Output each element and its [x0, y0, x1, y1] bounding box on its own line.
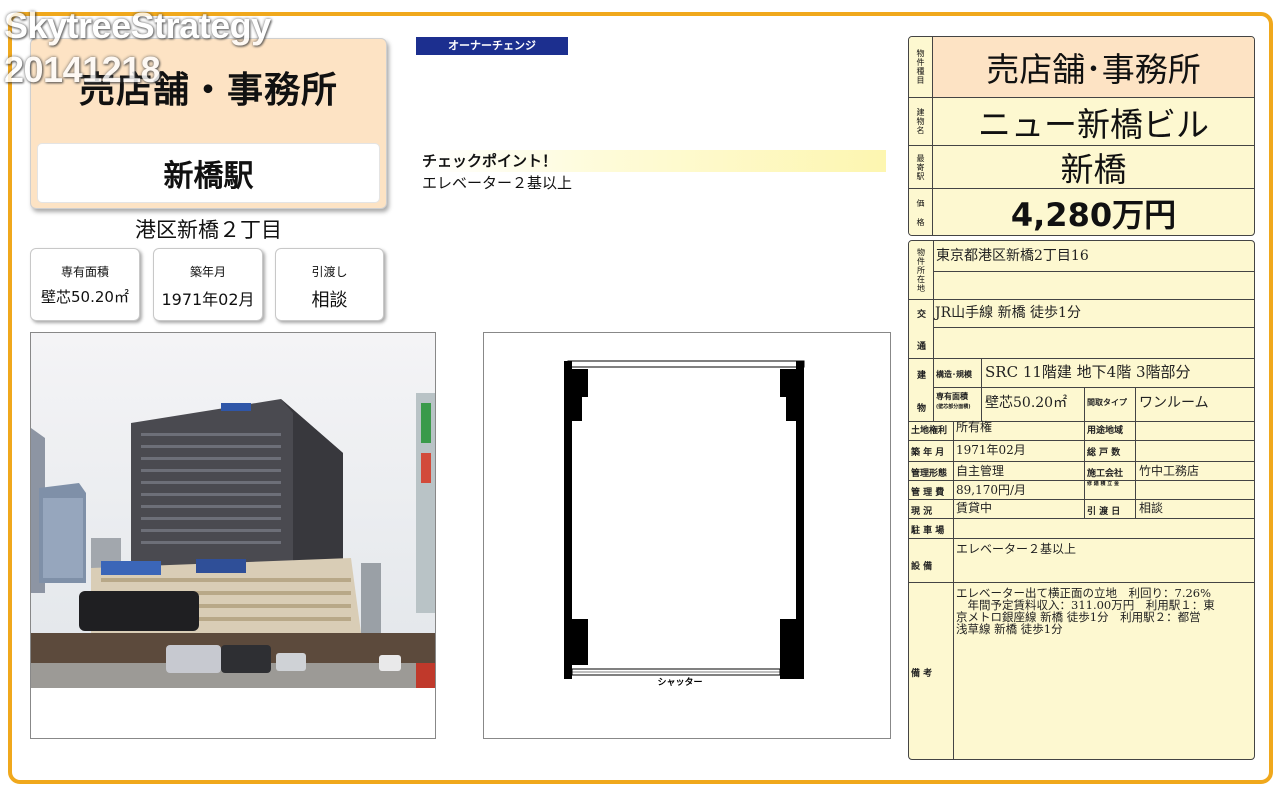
- structure-value: SRC 11階建 地下4階 3階部分: [985, 363, 1191, 381]
- bldg-label-2: 物: [917, 404, 927, 414]
- info-box-handover: 引渡し 相談: [275, 248, 384, 321]
- owner-change-badge: オーナーチェンジ: [416, 37, 568, 55]
- summary-building-value: ニュー新橋ビル: [978, 104, 1209, 144]
- parking-label: 駐 車 場: [911, 526, 945, 536]
- handover-value: 相談: [1139, 501, 1164, 515]
- town-address: 港区新橋２丁目: [135, 218, 282, 242]
- summary-label-price: 価格: [909, 189, 933, 235]
- built-label: 築 年 月: [911, 448, 945, 458]
- summary-row-price: 価格 4,280万円: [909, 188, 1254, 235]
- summary-station-value: 新橋: [1060, 150, 1127, 189]
- area-label: 専有面積: [936, 392, 968, 401]
- building-photo-image: [31, 333, 435, 738]
- land-right-value: 所有権: [956, 420, 993, 434]
- status-value: 賃貸中: [956, 501, 993, 515]
- zoning-label: 用途地域: [1087, 426, 1124, 436]
- management-label: 管理形態: [911, 469, 948, 479]
- remarks-label: 備 考: [911, 669, 933, 679]
- built-value: 1971年02月: [956, 443, 1026, 457]
- structure-label: 構造･規模: [936, 370, 972, 379]
- location-label: 物件所在地: [909, 241, 933, 299]
- status-label: 現 況: [911, 507, 933, 517]
- info-value: 壁芯50.20㎡: [41, 288, 129, 306]
- summary-row-type: 物件種目 売店舗･事務所: [909, 37, 1254, 97]
- summary-type-value: 売店舗･事務所: [933, 37, 1254, 97]
- floor-plan: シャッター: [483, 332, 891, 739]
- location-value: 東京都港区新橋2丁目16: [936, 248, 1089, 264]
- checkpoint-title: チェックポイント！: [420, 150, 886, 172]
- summary-row-station: 最寄駅 新橋: [909, 145, 1254, 189]
- land-right-label: 土地権利: [911, 426, 948, 436]
- info-value: 1971年02月: [161, 290, 255, 309]
- info-label: 引渡し: [311, 265, 348, 279]
- summary-label-station: 最寄駅: [909, 146, 933, 188]
- transport-value: JR山手線 新橋 徒歩1分: [935, 305, 1081, 321]
- detail-table: 物件所在地 東京都港区新橋2丁目16 交 通 JR山手線 新橋 徒歩1分 建 物…: [908, 240, 1255, 760]
- transport-label-2: 通: [917, 342, 927, 352]
- checkpoint-body: エレベーター２基以上: [422, 174, 573, 192]
- bldg-label-1: 建: [917, 371, 927, 381]
- station-badge: 新橋駅: [37, 143, 380, 203]
- info-label: 専有面積: [60, 265, 109, 279]
- shutter-label: シャッター: [657, 676, 702, 688]
- summary-price-value: 4,280万円: [1010, 196, 1177, 234]
- area-value: 壁芯50.20㎡: [985, 395, 1068, 411]
- layout-label: 間取タイプ: [1087, 398, 1127, 407]
- watermark-line-1: SkytreeStrategy: [4, 5, 271, 46]
- management-value: 自主管理: [956, 464, 1005, 478]
- remarks-line-4: 浅草線 新橋 徒歩1分: [956, 622, 1063, 636]
- fee-value: 89,170円/月: [956, 483, 1027, 497]
- watermark: SkytreeStrategy 20141218: [4, 4, 271, 92]
- info-label: 築年月: [189, 265, 226, 279]
- summary-table: 物件種目 売店舗･事務所 建物名 ニュー新橋ビル 最寄駅 新橋 価格 4,280…: [908, 36, 1255, 236]
- equipment-value: エレベーター２基以上: [956, 542, 1077, 556]
- layout-value: ワンルーム: [1139, 395, 1209, 411]
- reserve-label: 修 繕 積 立 金: [1087, 481, 1119, 487]
- summary-label-building: 建物名: [909, 98, 933, 145]
- area-sub-label: (壁芯部分面積): [936, 404, 971, 410]
- info-value: 相談: [311, 290, 348, 311]
- floor-plan-drawing: シャッター: [564, 360, 805, 688]
- watermark-line-2: 20141218: [4, 49, 161, 90]
- equipment-label: 設 備: [911, 562, 933, 572]
- summary-row-building: 建物名 ニュー新橋ビル: [909, 97, 1254, 145]
- fee-label: 管 理 費: [911, 488, 945, 498]
- info-box-area: 専有面積 壁芯50.20㎡: [30, 248, 140, 321]
- building-photo: [30, 332, 436, 739]
- summary-label-type: 物件種目: [909, 37, 933, 97]
- handover-label: 引 渡 日: [1087, 507, 1121, 517]
- info-box-built: 築年月 1971年02月: [153, 248, 263, 321]
- builder-value: 竹中工務店: [1139, 464, 1200, 478]
- transport-label-1: 交: [917, 310, 927, 320]
- builder-label: 施工会社: [1087, 469, 1124, 479]
- units-label: 総 戸 数: [1087, 448, 1121, 458]
